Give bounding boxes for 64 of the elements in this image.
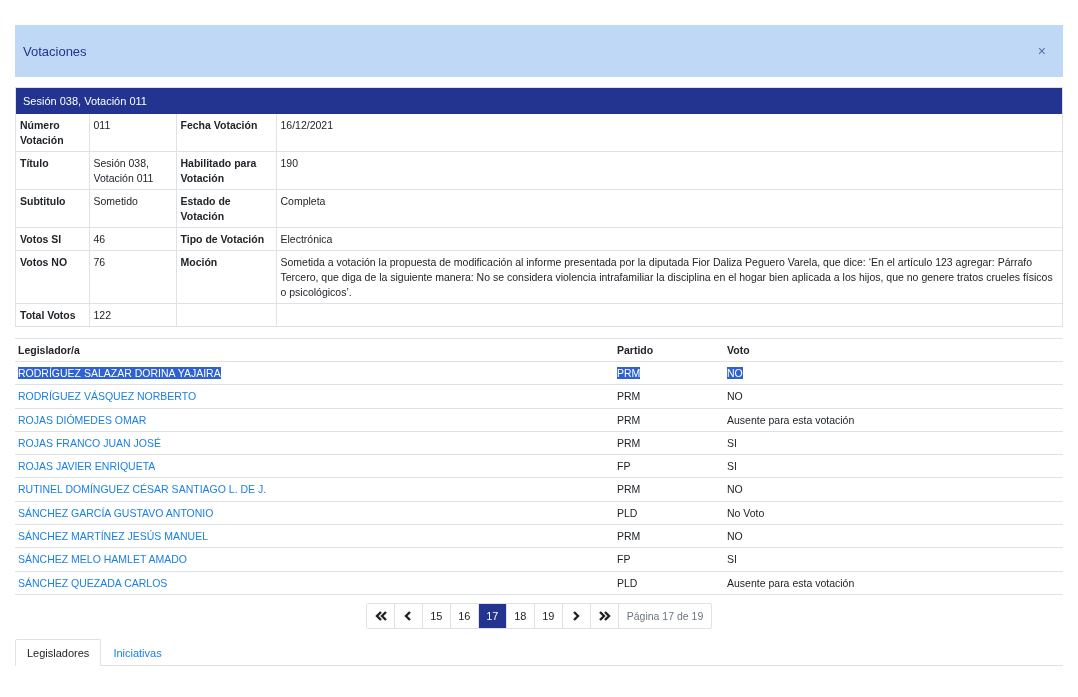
vote-text: No Voto	[727, 506, 765, 519]
field-value: 011	[93, 119, 111, 131]
modal-title: Votaciones	[23, 43, 87, 59]
vote-text: SI	[727, 436, 737, 449]
legislator-link[interactable]: RUTINEL DOMÍNGUEZ CÉSAR SANTIAGO L. DE J.	[18, 483, 267, 496]
legislator-link[interactable]: SÁNCHEZ MARTÍNEZ JESÚS MANUEL	[18, 530, 208, 543]
tab[interactable]: Iniciativas	[101, 638, 174, 666]
field-label: Habilitado para Votación	[180, 157, 257, 184]
field-value: 16/12/2021	[280, 119, 334, 131]
page-info: Página 17 de 19	[625, 608, 705, 624]
vote-text: SI	[727, 553, 737, 566]
legislator-link[interactable]: ROJAS JAVIER ENRIQUETA	[18, 460, 156, 473]
vote-text: NO	[727, 483, 743, 496]
vote-text: SI	[727, 460, 737, 473]
field-value: Sesión 038, Votación 011	[93, 157, 154, 184]
close-button[interactable]: ×	[1035, 43, 1048, 59]
field-value: 76	[93, 256, 106, 268]
field-value: Electrónica	[280, 233, 333, 245]
party-text: PRM	[617, 413, 641, 426]
party-text: FP	[617, 460, 631, 473]
field-value: 190	[280, 157, 299, 169]
field-label: Votos NO	[20, 256, 68, 268]
field-value: 122	[93, 309, 112, 321]
field-label: Subtitulo	[20, 195, 66, 207]
tab[interactable]: Legisladores	[15, 638, 102, 666]
party-text: PRM	[617, 530, 641, 543]
vote-text: NO	[727, 390, 743, 403]
field-label: Votos SI	[20, 233, 62, 245]
field-label: Tipo de Votación	[180, 233, 265, 245]
vote-text: NO	[727, 530, 743, 543]
field-value: 46	[93, 233, 106, 245]
panel-title: Sesión 038, Votación 011	[16, 88, 1062, 114]
legislator-link[interactable]: SÁNCHEZ QUEZADA CARLOS	[18, 576, 168, 589]
party-text: PRM	[617, 436, 641, 449]
vote-text: NO	[727, 367, 743, 379]
party-text: PLD	[617, 506, 638, 519]
party-text: PRM	[617, 367, 641, 379]
column-header: Legislador/a	[18, 344, 80, 356]
legislator-link[interactable]: SÁNCHEZ MELO HAMLET AMADO	[18, 553, 187, 566]
legislator-link[interactable]: ROJAS FRANCO JUAN JOSÉ	[18, 436, 161, 449]
field-label: Total Votos	[20, 309, 76, 321]
column-header: Partido	[617, 344, 654, 356]
first-page-button[interactable]	[366, 603, 395, 628]
party-text: PRM	[617, 390, 641, 403]
party-text: PRM	[617, 483, 641, 496]
vote-text: Ausente para esta votación	[727, 576, 855, 589]
page-button[interactable]: 17	[478, 603, 507, 628]
field-label: Número Votación	[20, 119, 64, 146]
party-text: PLD	[617, 576, 638, 589]
field-value: Sometida a votación la propuesta de modificación al informe presentada por la diputada Fior Daliza Peguero Varela, que dice: ‘En el artículo 123 agregar: Párrafo Tercero, que diga de la siguiente manera: No se considera violencia intrafamiliar la disciplina en el hogar bien aplicada a los hijos, que no genere tratos crueles físicos o psicológicos’.	[280, 256, 1053, 298]
vote-text: Ausente para esta votación	[727, 413, 855, 426]
field-label: Título	[20, 157, 49, 169]
double-chevron-right-icon	[596, 608, 612, 623]
legislator-link[interactable]: RODRÍGUEZ VÁSQUEZ NORBERTO	[18, 390, 197, 403]
field-label: Moción	[180, 256, 218, 268]
party-text: FP	[617, 553, 631, 566]
legislator-link[interactable]: ROJAS DIÓMEDES OMAR	[18, 413, 147, 426]
legislator-link[interactable]: RODRÍGUEZ SALAZAR DORINA YAJAIRA	[18, 367, 221, 379]
field-label: Estado de Votación	[180, 195, 231, 222]
column-header: Voto	[727, 344, 750, 356]
legislator-link[interactable]: SÁNCHEZ GARCÍA GUSTAVO ANTONIO	[18, 506, 214, 519]
field-label: Fecha Votación	[180, 119, 258, 131]
field-value: Sometido	[93, 195, 138, 207]
field-value: Completa	[280, 195, 326, 207]
